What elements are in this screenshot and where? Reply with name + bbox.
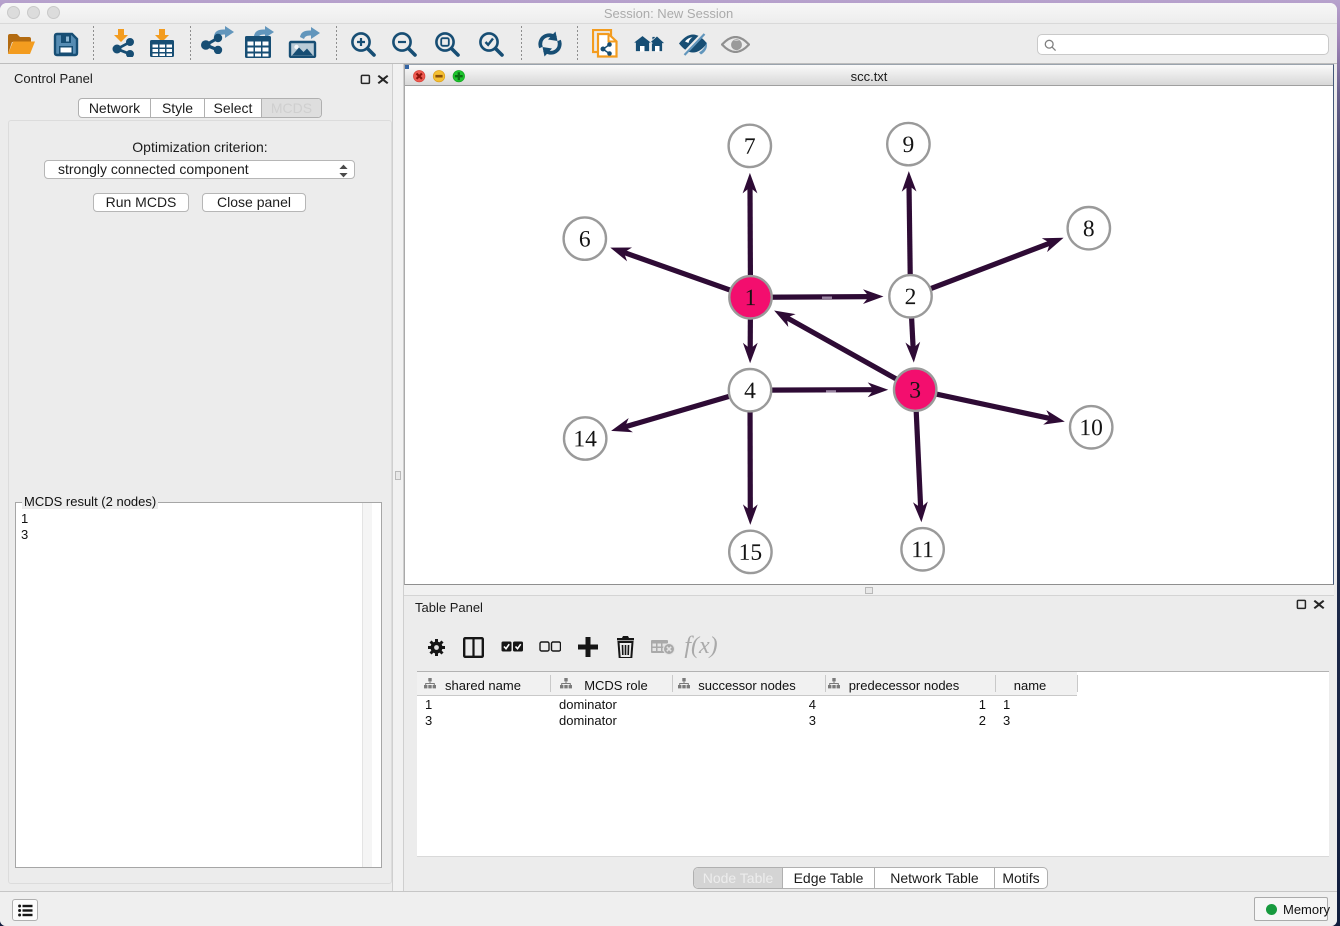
svg-text:8: 8 xyxy=(1083,216,1095,242)
svg-text:14: 14 xyxy=(573,426,597,452)
svg-text:4: 4 xyxy=(744,378,756,404)
svg-text:11: 11 xyxy=(911,537,934,563)
svg-text:6: 6 xyxy=(579,226,591,252)
svg-text:3: 3 xyxy=(909,377,921,403)
svg-text:15: 15 xyxy=(739,540,763,566)
svg-text:10: 10 xyxy=(1079,415,1103,441)
svg-text:7: 7 xyxy=(744,134,756,160)
svg-text:2: 2 xyxy=(905,284,917,310)
svg-text:9: 9 xyxy=(903,132,915,158)
svg-text:1: 1 xyxy=(745,285,757,311)
